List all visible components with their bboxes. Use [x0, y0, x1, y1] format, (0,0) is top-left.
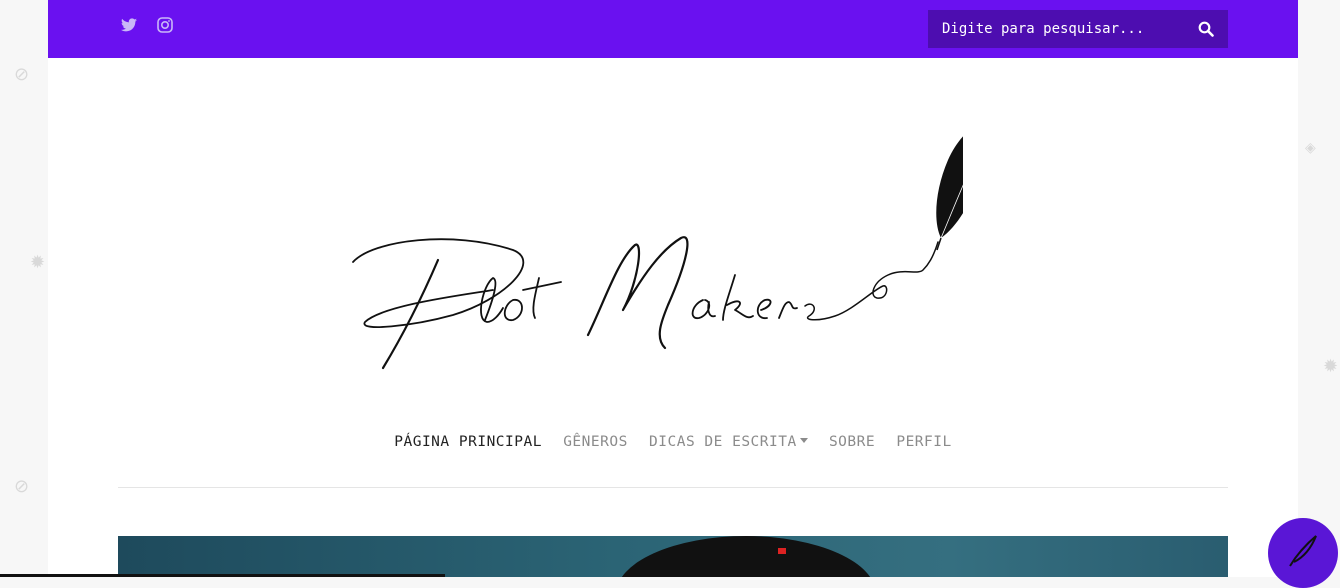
page-container: PÁGINA PRINCIPAL GÊNEROS DICAS DE ESCRIT…	[48, 0, 1298, 577]
feather-icon	[1289, 535, 1317, 567]
hero-photo-subject	[616, 536, 876, 577]
featured-post-image[interactable]	[118, 536, 1228, 577]
nav-item-profile[interactable]: PERFIL	[896, 434, 951, 450]
nav-item-writing-tips-label: DICAS DE ESCRITA	[649, 434, 797, 450]
nav-item-writing-tips[interactable]: DICAS DE ESCRITA	[649, 434, 808, 450]
planet-deco-icon: ⊘	[14, 476, 30, 497]
nav-item-genres[interactable]: GÊNEROS	[563, 434, 628, 450]
logo-text	[352, 236, 939, 370]
search-box	[928, 10, 1228, 48]
nav-item-home[interactable]: PÁGINA PRINCIPAL	[394, 434, 542, 450]
diamond-deco-icon: ◈	[1305, 140, 1316, 156]
search-input[interactable]	[928, 10, 1184, 48]
hero-photo-detail	[778, 548, 786, 554]
instagram-icon[interactable]	[157, 17, 173, 37]
floating-action-button[interactable]	[1268, 518, 1338, 588]
chevron-down-icon	[799, 438, 808, 443]
planet-deco-icon: ⊘	[14, 64, 30, 85]
search-icon[interactable]	[1198, 21, 1216, 39]
site-logo[interactable]	[343, 110, 996, 385]
sun-deco-icon: ✹	[30, 252, 46, 273]
twitter-icon[interactable]	[121, 17, 137, 36]
sun-deco-icon: ✹	[1323, 356, 1339, 377]
top-bar	[48, 0, 1298, 58]
main-nav: PÁGINA PRINCIPAL GÊNEROS DICAS DE ESCRIT…	[48, 434, 1298, 456]
divider	[118, 487, 1228, 488]
nav-item-about[interactable]: SOBRE	[829, 434, 875, 450]
feather-icon	[936, 118, 996, 251]
